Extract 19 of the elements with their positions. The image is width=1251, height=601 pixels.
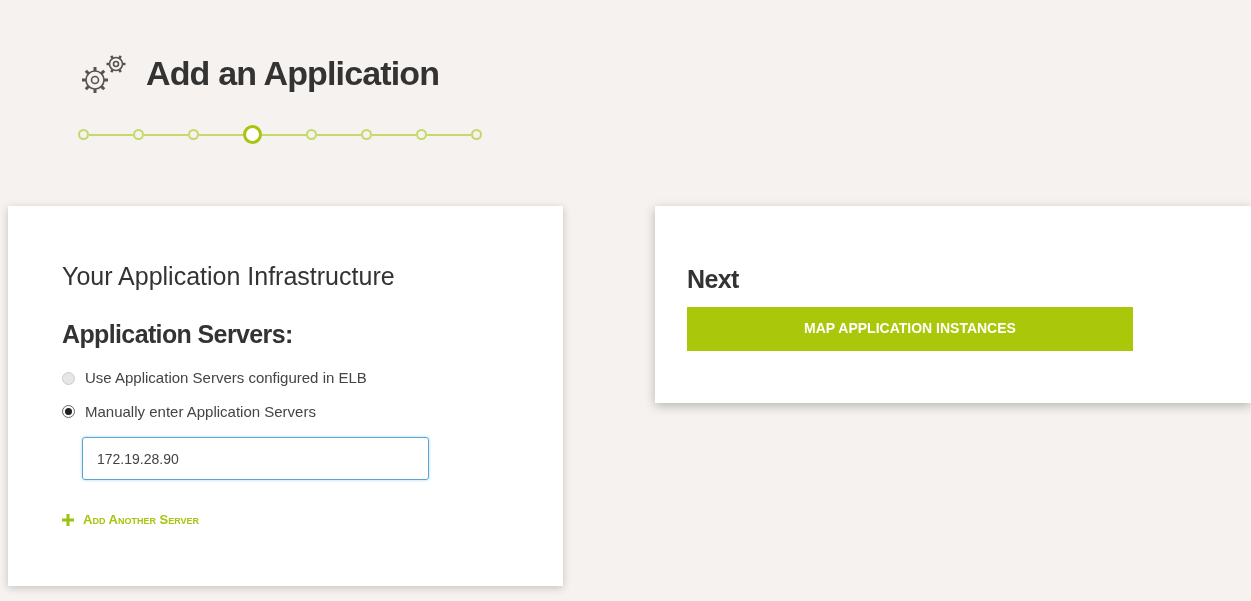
step-indicator[interactable]	[133, 129, 144, 140]
next-heading: Next	[687, 264, 740, 295]
radio-label: Manually enter Application Servers	[85, 401, 316, 422]
page-title: Add an Application	[146, 53, 440, 94]
server-input-field[interactable]: 172.19.28.90	[82, 437, 429, 480]
step-indicator[interactable]	[306, 129, 317, 140]
add-server-link[interactable]: Add Another Server	[83, 510, 200, 530]
plus-icon	[62, 513, 74, 526]
step-indicator[interactable]	[243, 125, 262, 144]
step-indicator[interactable]	[416, 129, 427, 140]
radio-button[interactable]	[62, 405, 75, 419]
card-heading: Your Application Infrastructure	[62, 261, 396, 292]
section-heading: Application Servers:	[62, 318, 294, 350]
step-indicator[interactable]	[188, 129, 199, 140]
step-indicator[interactable]	[361, 129, 372, 140]
step-indicator[interactable]	[78, 129, 89, 140]
step-indicator[interactable]	[471, 129, 482, 140]
map-instances-button[interactable]: MAP APPLICATION INSTANCES	[687, 306, 1133, 351]
radio-label: Use Application Servers configured in ELB	[85, 368, 367, 388]
